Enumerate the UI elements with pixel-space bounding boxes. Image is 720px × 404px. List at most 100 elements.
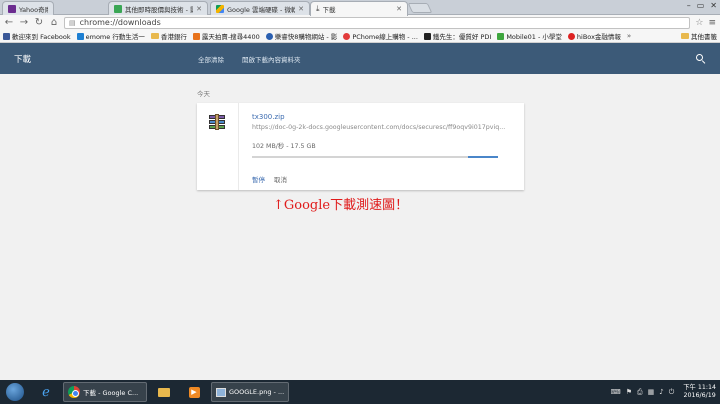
bookmark-label: 歡迎來到 Facebook [12,33,71,41]
taskbar: ℯ 下載 - Google C... ▶ GOOGLE.png - ... ⌨ … [0,380,720,404]
facebook-icon [3,32,10,40]
menu-icon[interactable]: ≡ [708,18,716,28]
address-bar[interactable]: ▤ chrome://downloads [64,16,691,29]
forward-icon[interactable]: → [19,17,29,28]
pchome-icon [343,32,351,40]
tab-title: 其他即時股價與技術 - 影 [125,5,194,14]
progress-fill [468,156,498,158]
clock-date: 2016/6/19 [683,392,716,399]
system-tray: ⌨ ⚑ ⎙ ▦ ♪ ⏻ 下午 11:14 2016/6/19 [611,384,720,400]
reload-icon[interactable]: ↻ [34,17,44,28]
clear-all-button[interactable]: 全部清除 [198,54,224,64]
chevron-right-icon[interactable]: » [627,32,631,40]
bookmark-label: 香港銀行 [160,33,187,41]
bookmark-facebook[interactable]: 歡迎來到 Facebook [3,31,71,41]
folder-icon [150,33,159,39]
bookmark-label: 樂睿快8購物網站 - 影 [274,33,338,41]
page-icon: ▤ [69,18,76,27]
site-icon [114,4,122,13]
tab-downloads[interactable]: ⤓ 下載 ✕ [310,1,408,16]
bookmark-emome[interactable]: emome 行動生活一 [76,31,145,41]
bookmark-pchome[interactable]: PChome線上購物 - ... [343,31,418,41]
bookmark-shopping[interactable]: 樂睿快8購物網站 - 影 [265,31,338,41]
emome-icon [76,32,84,40]
download-actions: 暫停 取消 [252,174,287,184]
bookmark-label: PChome線上購物 - ... [352,33,418,41]
bookmark-star-icon[interactable]: ☆ [695,18,703,28]
site-icon [423,32,431,40]
archive-file-icon [209,114,225,130]
chrome-icon [68,386,80,398]
file-explorer-button[interactable] [151,382,177,402]
power-icon[interactable]: ⏻ [669,388,675,397]
flag-icon[interactable]: ⚑ [626,388,632,396]
bookmark-mrv[interactable]: 鐵先生：優質好 PDI [423,31,492,41]
download-item: tx300.zip https://doc-0g-2k-docs.googleu… [197,103,524,190]
date-label: 今天 [197,90,210,98]
drive-icon [216,4,224,13]
cancel-button[interactable]: 取消 [274,174,287,184]
yahoo-icon [8,4,16,13]
internet-explorer-icon[interactable]: ℯ [33,382,59,402]
minimize-icon[interactable]: – [687,1,691,10]
file-url[interactable]: https://doc-0g-2k-docs.googleusercontent… [252,124,505,131]
close-icon[interactable]: ✕ [396,5,402,13]
window-controls: – ▭ ✕ [687,1,717,10]
pause-button[interactable]: 暫停 [252,174,265,184]
maximize-icon[interactable]: ▭ [697,1,705,10]
taskbar-chrome-downloads[interactable]: 下載 - Google C... [63,382,147,402]
bookmark-label: emome 行動生活一 [85,33,145,41]
tab-title: Google 雲端硬碟 - 微軟 [227,5,296,14]
volume-icon[interactable]: ♪ [659,388,663,396]
tab-stocks[interactable]: 其他即時股價與技術 - 影 ✕ [108,1,208,15]
bookmark-mobile01[interactable]: Mobile01 - 小學堂 [497,31,562,41]
bookmark-label: Mobile01 - 小學堂 [506,33,562,41]
close-window-icon[interactable]: ✕ [710,1,717,10]
url-text[interactable]: chrome://downloads [80,18,161,27]
clock-time: 下午 11:14 [683,384,716,391]
task-label: 下載 - Google C... [83,389,139,397]
tab-google-drive[interactable]: Google 雲端硬碟 - 微軟 ✕ [210,1,310,15]
network-icon[interactable]: ▦ [648,388,655,396]
tab-yahoo[interactable]: Yahoo奇摩 [2,1,54,15]
file-icon-column [197,103,239,190]
taskbar-image-viewer[interactable]: GOOGLE.png - ... [211,382,289,402]
progress-bar [252,156,498,158]
image-file-icon [216,387,226,397]
bookmark-ruten[interactable]: 露天拍賣-搜尋4400 [192,31,260,41]
tab-title: Yahoo奇摩 [19,5,48,14]
media-player-button[interactable]: ▶ [181,382,207,402]
keyboard-icon[interactable]: ⌨ [611,388,621,396]
folder-icon [681,33,689,39]
start-button[interactable] [3,380,27,404]
bookmark-label: 鐵先生：優質好 PDI [432,33,492,41]
hibox-icon [567,32,575,40]
file-name-link[interactable]: tx300.zip [252,113,285,121]
open-folder-button[interactable]: 開啟下載內容資料夾 [242,54,301,64]
folder-icon [158,387,170,397]
bookmark-other[interactable]: 其他書籤 [681,31,717,41]
printer-icon[interactable]: ⎙ [637,388,643,397]
download-status: 102 MB/秒 - 17.5 GB [252,143,316,150]
search-icon[interactable] [696,53,706,64]
browser-toolbar: ← → ↻ ⌂ ▤ chrome://downloads ☆ ≡ [0,15,720,30]
annotation-caption: ↑Google下載測速圖！ [273,198,409,213]
mobile01-icon [497,32,505,40]
bookmark-banks[interactable]: 香港銀行 [150,31,187,41]
bookmarks-bar: 歡迎來到 Facebook emome 行動生活一 香港銀行 露天拍賣-搜尋44… [0,30,720,43]
new-tab-button[interactable] [407,3,433,13]
bookmark-hibox[interactable]: hiBox金融情報 [567,31,621,41]
clock[interactable]: 下午 11:14 2016/6/19 [683,384,716,400]
home-icon[interactable]: ⌂ [49,17,59,28]
shop-icon [265,32,273,40]
bookmark-label: 其他書籤 [691,33,717,41]
close-icon[interactable]: ✕ [196,5,202,13]
windows-logo-icon [6,383,24,401]
close-icon[interactable]: ✕ [298,5,304,13]
task-label: GOOGLE.png - ... [229,388,285,396]
tab-strip: Yahoo奇摩 其他即時股價與技術 - 影 ✕ Google 雲端硬碟 - 微軟… [0,0,720,16]
download-icon: ⤓ [316,4,320,13]
back-icon[interactable]: ← [4,17,14,28]
ruten-icon [192,32,200,40]
bookmark-label: hiBox金融情報 [576,33,621,41]
